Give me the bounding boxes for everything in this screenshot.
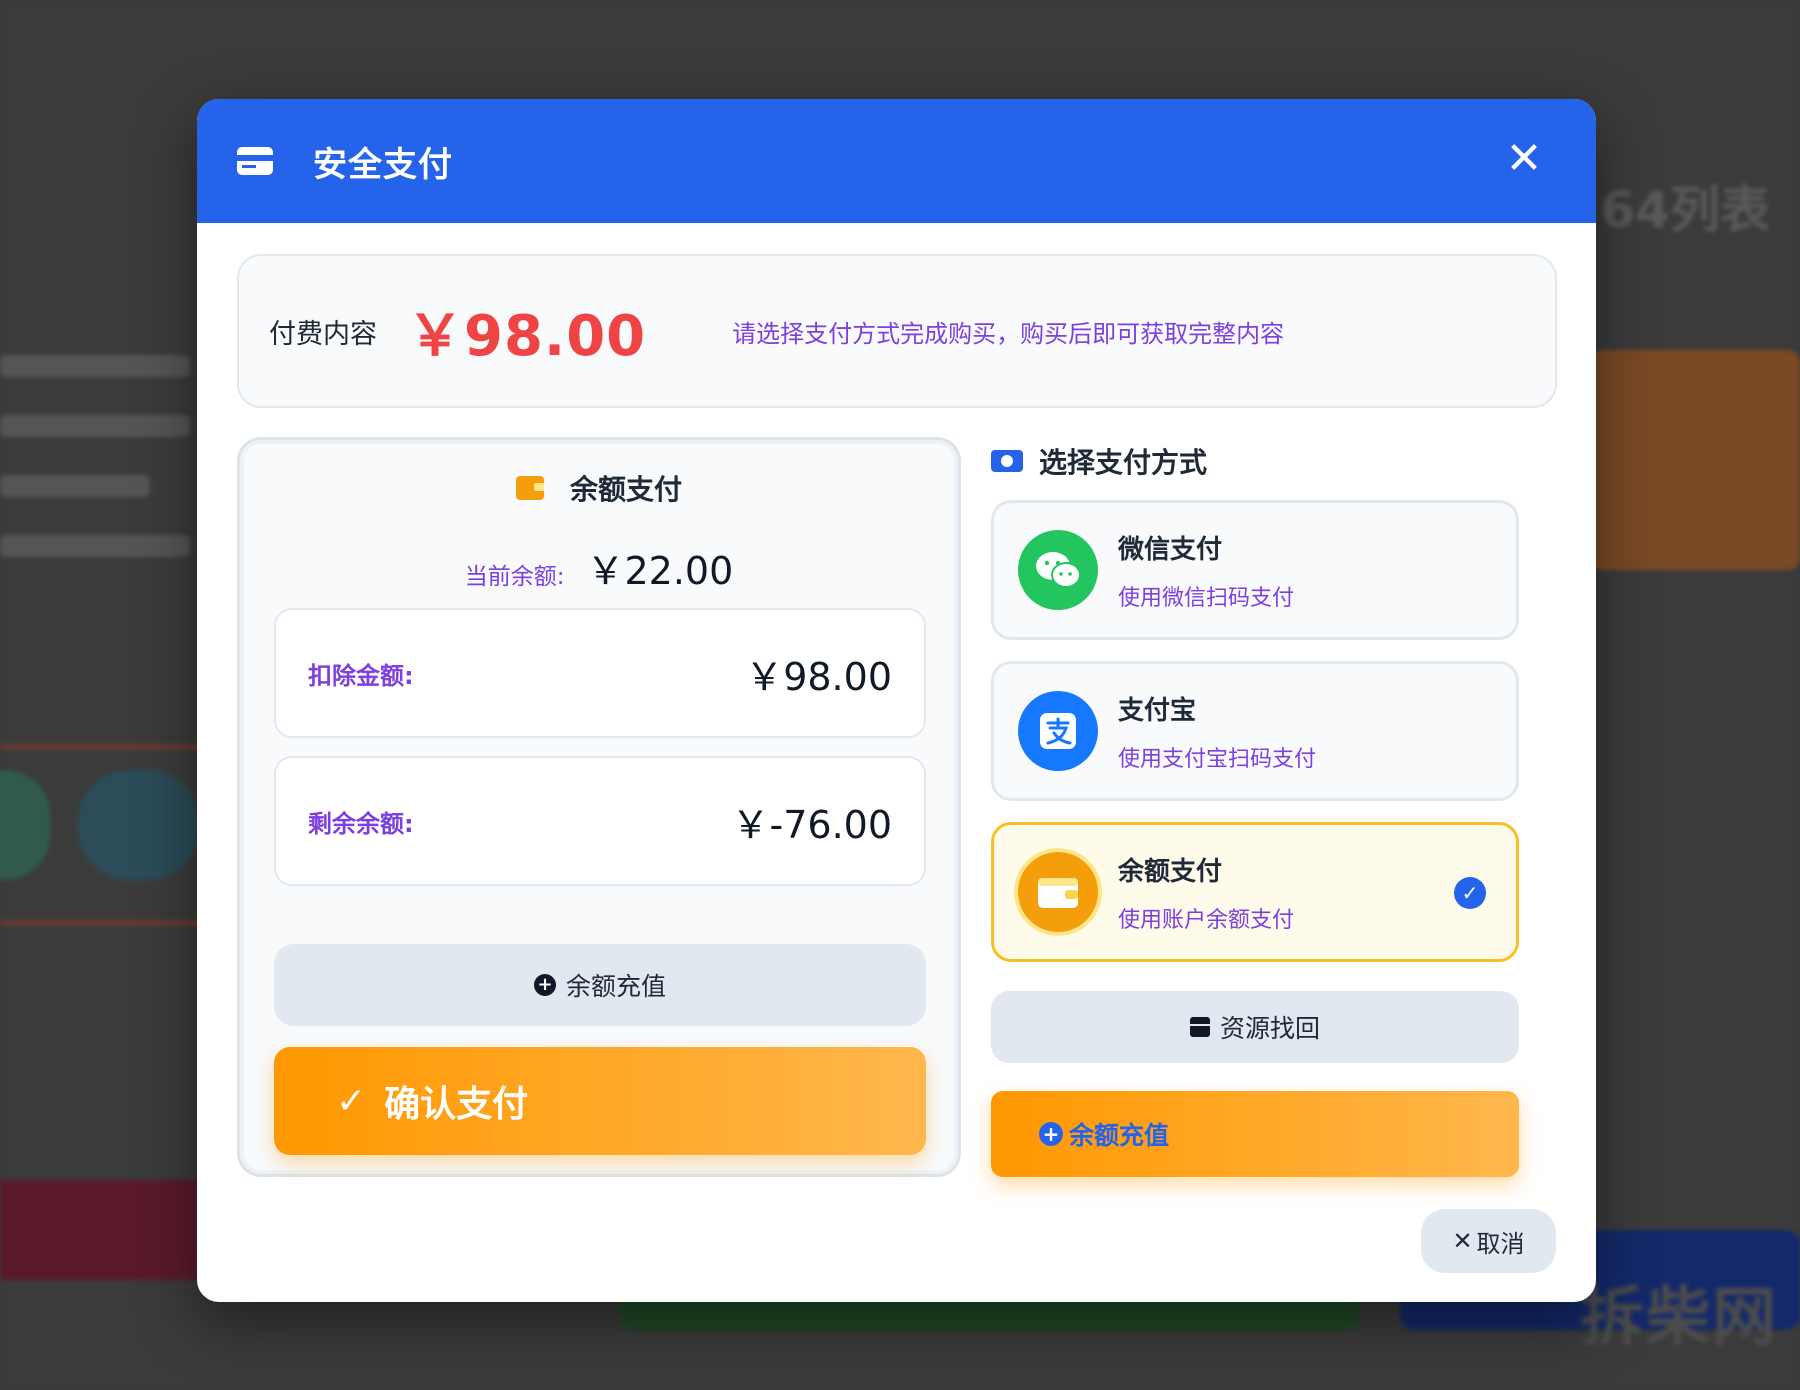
payment-methods-title-text: 选择支付方式 — [1039, 446, 1208, 479]
background-card — [1590, 350, 1800, 570]
wallet-icon — [1018, 852, 1098, 932]
resource-recovery-button[interactable]: 资源找回 — [991, 991, 1519, 1063]
wechat-icon — [1018, 530, 1098, 610]
check-icon: ✓ — [336, 1080, 367, 1122]
current-balance-label: 当前余额: — [464, 564, 565, 590]
method-desc: 使用账户余额支付 — [1118, 907, 1295, 933]
current-balance-value: ￥22.00 — [586, 549, 734, 593]
money-icon — [991, 450, 1023, 472]
wechat-glyph — [1036, 552, 1081, 588]
alipay-glyph — [1040, 713, 1076, 749]
methods-recharge-button[interactable]: + 余额充值 — [991, 1091, 1519, 1177]
wallet-glyph — [1038, 878, 1078, 908]
resource-recovery-label: 资源找回 — [1219, 1014, 1320, 1043]
payment-summary: 付费内容 ￥98.00 请选择支付方式完成购买，购买后即可获取完整内容 — [237, 254, 1557, 408]
deduct-amount-label: 扣除金额: — [308, 661, 414, 690]
methods-recharge-label: 余额充值 — [1069, 1121, 1170, 1150]
confirm-payment-label: 确认支付 — [384, 1084, 529, 1125]
plus-circle-icon: + — [533, 974, 556, 996]
payment-methods-title: 选择支付方式 — [991, 441, 1207, 481]
background-text-line — [0, 475, 150, 497]
method-wechat[interactable]: 微信支付 使用微信扫码支付 — [991, 500, 1519, 640]
remaining-balance-value: ￥-76.00 — [731, 802, 893, 847]
dialog-header: 安全支付 ✕ — [197, 99, 1596, 223]
background-heading: 64列表 — [1600, 181, 1770, 239]
background-pill — [78, 770, 198, 880]
deduct-amount-row: 扣除金额: ￥98.00 — [274, 608, 926, 738]
method-balance-text: 余额支付 使用账户余额支付 — [1118, 851, 1294, 934]
selected-check-icon: ✓ — [1454, 877, 1486, 909]
confirm-payment-button[interactable]: ✓ 确认支付 — [274, 1047, 926, 1155]
method-name: 支付宝 — [1118, 695, 1197, 726]
background-text-line — [0, 535, 190, 557]
payment-dialog: 安全支付 ✕ 付费内容 ￥98.00 请选择支付方式完成购买，购买后即可获取完整… — [197, 99, 1596, 1302]
method-desc: 使用支付宝扫码支付 — [1118, 746, 1317, 772]
method-alipay[interactable]: 支付宝 使用支付宝扫码支付 — [991, 661, 1519, 801]
background-text-line — [0, 415, 190, 437]
close-icon: ✕ — [1452, 1227, 1473, 1255]
summary-price: ￥98.00 — [407, 303, 647, 369]
method-desc: 使用微信扫码支付 — [1118, 585, 1295, 611]
watermark: 拆柴网 — [1580, 1281, 1778, 1355]
method-balance[interactable]: 余额支付 使用账户余额支付 ✓ — [991, 822, 1519, 962]
method-alipay-text: 支付宝 使用支付宝扫码支付 — [1118, 690, 1316, 773]
dialog-title: 安全支付 — [313, 144, 453, 185]
cancel-label: 取消 — [1476, 1229, 1525, 1258]
credit-card-icon — [237, 147, 273, 175]
method-name: 微信支付 — [1118, 534, 1223, 565]
cancel-button[interactable]: ✕ 取消 — [1421, 1209, 1556, 1273]
current-balance: 当前余额: ￥22.00 — [240, 540, 958, 595]
remaining-balance-row: 剩余余额: ￥-76.00 — [274, 756, 926, 886]
remaining-balance-label: 剩余余额: — [308, 809, 414, 838]
balance-panel-title: 余额支付 — [240, 468, 958, 508]
box-icon — [1189, 1017, 1210, 1037]
deduct-amount-value: ￥98.00 — [745, 654, 892, 699]
summary-hint: 请选择支付方式完成购买，购买后即可获取完整内容 — [732, 319, 1285, 348]
wallet-icon — [515, 476, 544, 500]
method-wechat-text: 微信支付 使用微信扫码支付 — [1118, 529, 1294, 612]
plus-circle-icon: + — [1039, 1122, 1063, 1146]
summary-label: 付费内容 — [269, 318, 377, 350]
balance-recharge-button[interactable]: + 余额充值 — [274, 944, 926, 1026]
background-block — [0, 1180, 200, 1280]
background-text-line — [0, 355, 190, 377]
balance-panel-title-text: 余额支付 — [569, 473, 682, 506]
method-name: 余额支付 — [1118, 856, 1223, 887]
close-icon[interactable]: ✕ — [1504, 137, 1544, 181]
balance-recharge-label: 余额充值 — [565, 972, 666, 1001]
alipay-icon — [1018, 691, 1098, 771]
balance-payment-panel: 余额支付 当前余额: ￥22.00 扣除金额: ￥98.00 剩余余额: ￥-7… — [237, 437, 961, 1177]
